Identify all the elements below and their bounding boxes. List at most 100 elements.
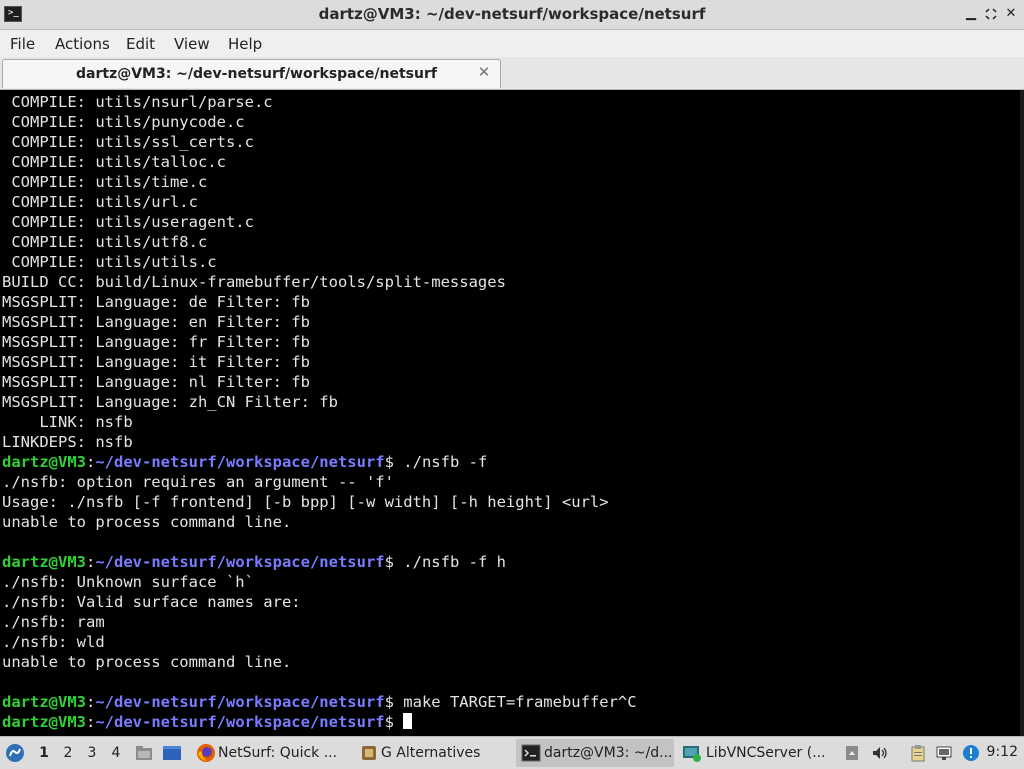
- terminal-line: ./nsfb: wld: [2, 632, 637, 652]
- terminal-line: MSGSPLIT: Language: zh_CN Filter: fb: [2, 392, 637, 412]
- menu-actions[interactable]: Actions: [55, 35, 110, 53]
- terminal-text: MSGSPLIT: Language: it Filter: fb: [2, 353, 310, 371]
- terminal-text: ./nsfb: ram: [2, 613, 105, 631]
- clipboard-icon[interactable]: [909, 744, 927, 762]
- terminal-line: dartz@VM3:~/dev-netsurf/workspace/netsur…: [2, 552, 637, 572]
- terminal-icon: [521, 744, 541, 762]
- workspace-1[interactable]: 1: [37, 745, 51, 761]
- terminal-line: COMPILE: utils/url.c: [2, 192, 637, 212]
- terminal-line: COMPILE: utils/time.c: [2, 172, 637, 192]
- terminal-text: MSGSPLIT: Language: en Filter: fb: [2, 313, 310, 331]
- close-button[interactable]: ✕: [1002, 4, 1020, 24]
- terminal-text: :: [86, 453, 96, 471]
- terminal-text: COMPILE: utils/talloc.c: [2, 153, 226, 171]
- terminal-line: unable to process command line.: [2, 652, 637, 672]
- terminal-text: COMPILE: utils/utf8.c: [2, 233, 208, 251]
- terminal-line: MSGSPLIT: Language: fr Filter: fb: [2, 332, 637, 352]
- terminal-text: LINKDEPS: nsfb: [2, 433, 133, 451]
- terminal-line: COMPILE: utils/punycode.c: [2, 112, 637, 132]
- task-alternatives[interactable]: G Alternatives: [355, 739, 495, 767]
- terminal-line: ./nsfb: Valid surface names are:: [2, 592, 637, 612]
- terminal-text: unable to process command line.: [2, 653, 292, 671]
- menu-help[interactable]: Help: [228, 35, 262, 53]
- terminal-text: $: [384, 713, 404, 731]
- show-desktop-icon[interactable]: [162, 743, 182, 763]
- tab-label: dartz@VM3: ~/dev-netsurf/workspace/netsu…: [76, 66, 437, 82]
- lxqt-start-icon[interactable]: [5, 743, 25, 763]
- terminal-line: ./nsfb: Unknown surface `h`: [2, 572, 637, 592]
- terminal-text: COMPILE: utils/punycode.c: [2, 113, 245, 131]
- prompt-path: ~/dev-netsurf/workspace/netsurf: [95, 553, 385, 571]
- task-libvncserver[interactable]: LibVNCServer (...: [680, 739, 832, 767]
- terminal-line: dartz@VM3:~/dev-netsurf/workspace/netsur…: [2, 692, 637, 712]
- terminal-text: Usage: ./nsfb [-f frontend] [-b bpp] [-w…: [2, 493, 609, 511]
- workspace-2[interactable]: 2: [61, 745, 75, 761]
- menu-bar: File Actions Edit View Help: [0, 30, 1024, 57]
- terminal-line: MSGSPLIT: Language: it Filter: fb: [2, 352, 637, 372]
- maximize-button[interactable]: [982, 4, 1000, 24]
- terminal-text: COMPILE: utils/utils.c: [2, 253, 217, 271]
- updates-icon[interactable]: [962, 744, 980, 762]
- window-titlebar[interactable]: >_ dartz@VM3: ~/dev-netsurf/workspace/ne…: [0, 0, 1024, 30]
- prompt-user-host: dartz@VM3: [2, 453, 86, 471]
- taskbar: 1 2 3 4 NetSurf: Quick ... G Alternative…: [0, 736, 1024, 769]
- terminal-output: COMPILE: utils/nsurl/parse.c COMPILE: ut…: [2, 92, 637, 732]
- menu-view[interactable]: View: [174, 35, 210, 53]
- terminal-text: COMPILE: utils/ssl_certs.c: [2, 133, 254, 151]
- tab-close-button[interactable]: ✕: [476, 63, 492, 81]
- task-terminal[interactable]: dartz@VM3: ~/d...: [516, 739, 674, 767]
- terminal-line: COMPILE: utils/nsurl/parse.c: [2, 92, 637, 112]
- terminal-line: MSGSPLIT: Language: de Filter: fb: [2, 292, 637, 312]
- terminal-line: Usage: ./nsfb [-f frontend] [-b bpp] [-w…: [2, 492, 637, 512]
- terminal-text: $ ./nsfb -f: [384, 453, 488, 471]
- prompt-user-host: dartz@VM3: [2, 713, 86, 731]
- window-title: dartz@VM3: ~/dev-netsurf/workspace/netsu…: [318, 5, 706, 23]
- minimize-button[interactable]: ▁: [962, 4, 980, 24]
- terminal-text: BUILD CC: build/Linux-framebuffer/tools/…: [2, 273, 506, 291]
- terminal-line: dartz@VM3:~/dev-netsurf/workspace/netsur…: [2, 712, 637, 732]
- task-label: LibVNCServer (...: [706, 745, 826, 761]
- terminal-line: LINK: nsfb: [2, 412, 637, 432]
- menu-edit[interactable]: Edit: [126, 35, 155, 53]
- workspace-3[interactable]: 3: [85, 745, 99, 761]
- clock[interactable]: 9:12: [987, 744, 1018, 760]
- task-label: NetSurf: Quick ...: [218, 745, 338, 761]
- terminal-text: COMPILE: utils/time.c: [2, 173, 208, 191]
- terminal-line: ./nsfb: ram: [2, 612, 637, 632]
- terminal-line: COMPILE: utils/talloc.c: [2, 152, 637, 172]
- removable-media-icon[interactable]: [843, 744, 861, 762]
- task-netsurf[interactable]: NetSurf: Quick ...: [192, 739, 344, 767]
- workspace-4[interactable]: 4: [109, 745, 123, 761]
- terminal-line: COMPILE: utils/utils.c: [2, 252, 637, 272]
- terminal-text: MSGSPLIT: Language: nl Filter: fb: [2, 373, 310, 391]
- terminal-line: dartz@VM3:~/dev-netsurf/workspace/netsur…: [2, 452, 637, 472]
- network-icon[interactable]: [935, 744, 953, 762]
- terminal-text: MSGSPLIT: Language: fr Filter: fb: [2, 333, 310, 351]
- terminal-scrollbar[interactable]: [1020, 90, 1024, 736]
- terminal-text: ./nsfb: wld: [2, 633, 105, 651]
- terminal-text: MSGSPLIT: Language: de Filter: fb: [2, 293, 310, 311]
- tab-terminal[interactable]: dartz@VM3: ~/dev-netsurf/workspace/netsu…: [2, 59, 501, 88]
- menu-file[interactable]: File: [10, 35, 35, 53]
- terminal-line: COMPILE: utils/useragent.c: [2, 212, 637, 232]
- prompt-path: ~/dev-netsurf/workspace/netsurf: [95, 693, 385, 711]
- terminal-view[interactable]: COMPILE: utils/nsurl/parse.c COMPILE: ut…: [0, 90, 1024, 736]
- terminal-text: COMPILE: utils/nsurl/parse.c: [2, 93, 273, 111]
- terminal-text: MSGSPLIT: Language: zh_CN Filter: fb: [2, 393, 338, 411]
- terminal-text: COMPILE: utils/url.c: [2, 193, 198, 211]
- file-manager-icon[interactable]: [134, 743, 154, 763]
- prompt-user-host: dartz@VM3: [2, 693, 86, 711]
- prompt-path: ~/dev-netsurf/workspace/netsurf: [95, 713, 385, 731]
- terminal-text: $ ./nsfb -f h: [384, 553, 506, 571]
- task-label: G Alternatives: [381, 745, 481, 761]
- volume-icon[interactable]: [871, 744, 889, 762]
- prompt-path: ~/dev-netsurf/workspace/netsurf: [95, 453, 385, 471]
- alternatives-icon: [362, 746, 376, 760]
- terminal-line: MSGSPLIT: Language: en Filter: fb: [2, 312, 637, 332]
- terminal-text: LINK: nsfb: [2, 413, 133, 431]
- tab-bar: dartz@VM3: ~/dev-netsurf/workspace/netsu…: [0, 57, 1024, 90]
- terminal-text: COMPILE: utils/useragent.c: [2, 213, 254, 231]
- prompt-user-host: dartz@VM3: [2, 553, 86, 571]
- vnc-icon: [683, 746, 701, 762]
